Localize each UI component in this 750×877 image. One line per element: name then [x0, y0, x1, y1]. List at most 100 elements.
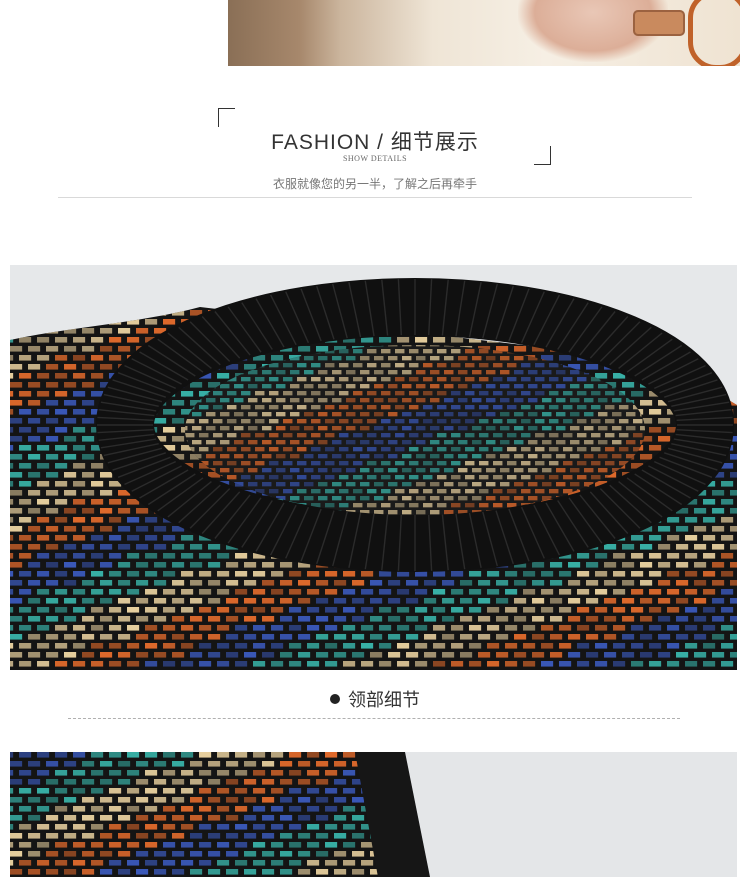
knit-stitch	[304, 356, 314, 361]
knit-stitch	[163, 661, 176, 667]
knit-stitch	[226, 598, 239, 604]
knit-stitch	[505, 643, 518, 649]
knit-stitch	[73, 788, 86, 794]
knit-stitch	[127, 788, 140, 794]
knit-stitch	[730, 454, 737, 460]
knit-stitch	[289, 770, 302, 776]
knit-stitch	[591, 461, 601, 466]
knit-stitch	[307, 788, 320, 794]
knit-stitch	[507, 405, 517, 410]
knit-stitch	[658, 598, 671, 604]
knit-stitch	[612, 272, 621, 276]
knit-stitch	[415, 337, 428, 343]
knit-stitch	[685, 553, 698, 559]
knit-stitch	[316, 580, 329, 586]
knit-stitch	[10, 535, 14, 541]
knit-stitch	[10, 307, 12, 311]
knit-stitch	[136, 300, 145, 304]
knit-stitch	[444, 482, 454, 487]
knit-stitch	[46, 652, 59, 658]
knit-stitch	[227, 279, 236, 283]
knit-stitch	[388, 634, 401, 640]
knit-stitch	[360, 398, 370, 403]
knit-stitch	[127, 571, 140, 577]
knit-stitch	[626, 300, 635, 304]
knit-stitch	[118, 526, 131, 532]
knit-stitch	[675, 293, 684, 297]
knit-stitch	[343, 842, 356, 848]
knit-stitch	[550, 634, 563, 640]
knit-stitch	[10, 598, 23, 604]
knit-stitch	[10, 770, 14, 776]
knit-stitch	[217, 265, 229, 271]
knit-stitch	[479, 391, 489, 396]
knit-stitch	[64, 869, 77, 875]
knit-stitch	[409, 503, 419, 508]
knit-stitch	[493, 461, 503, 466]
knit-stitch	[661, 307, 670, 311]
knit-stitch	[568, 562, 581, 568]
knit-stitch	[82, 598, 95, 604]
knit-stitch	[46, 562, 59, 568]
knit-stitch	[388, 580, 401, 586]
knit-stitch	[685, 337, 698, 343]
knit-stitch	[298, 779, 311, 785]
knit-stitch	[115, 265, 124, 269]
knit-stitch	[339, 475, 349, 480]
knit-stitch	[521, 279, 530, 283]
knit-stitch	[199, 279, 208, 283]
knit-stitch	[640, 544, 653, 550]
knit-stitch	[696, 272, 705, 276]
knit-stitch	[694, 652, 707, 658]
knit-stitch	[122, 314, 131, 318]
knit-stitch	[289, 842, 302, 848]
knit-stitch	[290, 412, 300, 417]
knit-stitch	[213, 293, 222, 297]
knit-stitch	[325, 824, 338, 830]
knit-stitch	[19, 842, 32, 848]
knit-stitch	[244, 292, 256, 298]
knit-stitch	[206, 300, 215, 304]
knit-stitch	[199, 806, 212, 812]
knit-stitch	[157, 307, 166, 311]
knit-stitch	[262, 440, 272, 445]
knit-stitch	[136, 779, 149, 785]
knit-stitch	[172, 292, 184, 298]
knit-stitch	[253, 752, 266, 758]
knit-stitch	[10, 616, 23, 622]
knit-stitch	[409, 419, 419, 424]
knit-stitch	[493, 433, 503, 438]
knit-stitch	[297, 433, 307, 438]
knit-stitch	[549, 377, 559, 382]
knit-stitch	[703, 643, 716, 649]
knit-stitch	[654, 286, 663, 290]
knit-stitch	[46, 292, 58, 298]
knit-stitch	[234, 384, 244, 389]
knit-stitch	[45, 307, 54, 311]
knit-stitch	[717, 307, 726, 311]
knit-stitch	[549, 461, 559, 466]
knit-stitch	[163, 860, 176, 866]
knit-stitch	[164, 286, 173, 290]
knit-stitch	[157, 265, 166, 269]
knit-stitch	[163, 770, 176, 776]
knit-stitch	[570, 370, 580, 375]
knit-stitch	[289, 589, 302, 595]
knit-stitch	[325, 489, 335, 494]
knit-stitch	[64, 544, 77, 550]
knit-stitch	[325, 625, 338, 631]
knit-stitch	[28, 418, 41, 424]
knit-stitch	[339, 377, 349, 382]
knit-stitch	[208, 779, 221, 785]
knit-stitch	[136, 272, 145, 276]
knit-stitch	[199, 405, 209, 410]
knit-stitch	[289, 625, 302, 631]
knit-stitch	[82, 508, 95, 514]
knit-stitch	[577, 391, 587, 396]
knit-stitch	[290, 496, 300, 501]
knit-stitch	[388, 272, 397, 276]
knit-stitch	[19, 427, 32, 433]
knit-stitch	[91, 391, 104, 397]
knit-stitch	[694, 292, 706, 298]
knit-stitch	[343, 589, 356, 595]
